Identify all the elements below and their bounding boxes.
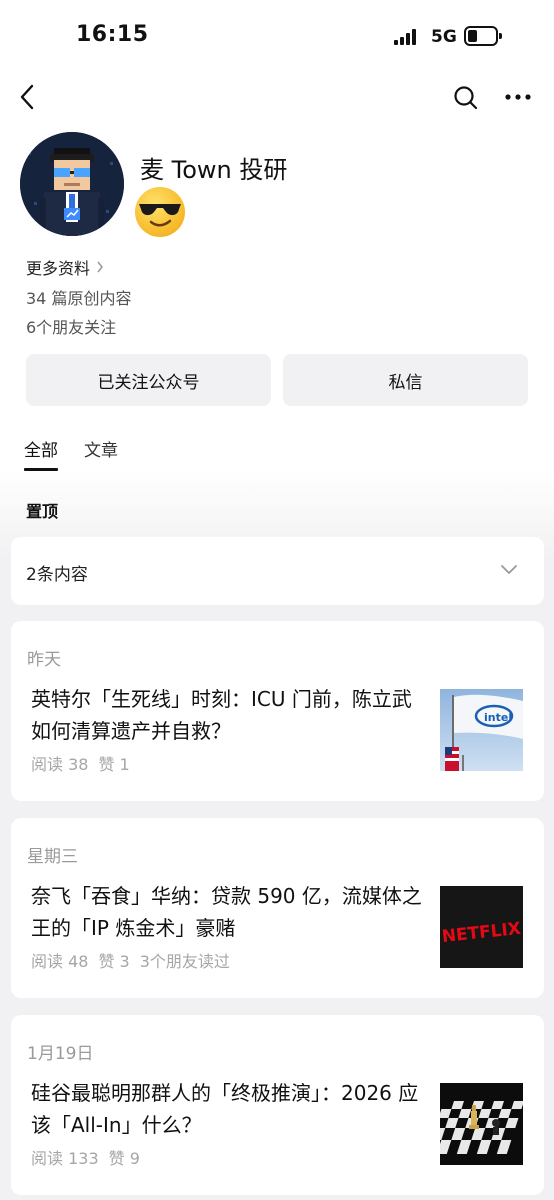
chevron-down-icon: [501, 565, 517, 574]
network-type: 5G: [431, 27, 457, 47]
more-info-label: 更多资料: [26, 259, 91, 278]
friends-read: 3个朋友读过: [139, 952, 230, 971]
article-card[interactable]: 星期三 奈飞「吞食」华纳：贷款 590 亿，流媒体之王的「IP 炼金术」豪赌 阅…: [11, 818, 544, 998]
like-count: 赞 3: [98, 952, 130, 971]
account-avatar[interactable]: [20, 132, 124, 236]
article-title[interactable]: 奈飞「吞食」华纳：贷款 590 亿，流媒体之王的「IP 炼金术」豪赌: [31, 880, 423, 944]
like-count: 赞 9: [108, 1149, 140, 1168]
search-icon[interactable]: [452, 84, 480, 112]
message-button[interactable]: 私信: [283, 354, 528, 406]
article-meta: 阅读 48 赞 3 3个朋友读过: [31, 948, 230, 972]
original-count: 34 篇原创内容: [26, 289, 132, 308]
status-bar: 16:15 5G: [0, 0, 554, 72]
svg-text:intel: intel: [484, 711, 512, 724]
article-title[interactable]: 英特尔「生死线」时刻：ICU 门前，陈立武如何清算遗产并自救？: [31, 683, 423, 747]
followed-button[interactable]: 已关注公众号: [26, 354, 271, 406]
status-time: 16:15: [76, 22, 149, 47]
article-date: 昨天: [27, 650, 61, 670]
battery-icon: [464, 26, 502, 46]
article-date: 1月19日: [27, 1044, 94, 1064]
read-count: 阅读 38: [31, 755, 89, 774]
read-count: 阅读 133: [31, 1149, 99, 1168]
sunglasses-emoji-icon: [132, 184, 188, 240]
chevron-right-icon: [97, 261, 103, 273]
pinned-section-title: 置顶: [26, 502, 59, 521]
content-tabs: 全部 文章: [24, 436, 118, 471]
signal-icon: [394, 29, 420, 45]
pinned-card[interactable]: 2条内容: [11, 537, 544, 605]
more-info-link[interactable]: 更多资料: [26, 255, 104, 279]
like-count: 赞 1: [98, 755, 130, 774]
article-meta: 阅读 133 赞 9: [31, 1145, 140, 1169]
article-thumbnail[interactable]: intel: [440, 689, 523, 771]
pinned-summary: 2条内容: [26, 565, 88, 585]
more-horizontal-icon[interactable]: [504, 86, 532, 108]
article-title[interactable]: 硅谷最聪明那群人的「终极推演」：2026 应该「All-In」什么？: [31, 1077, 423, 1141]
article-card[interactable]: 1月19日 硅谷最聪明那群人的「终极推演」：2026 应该「All-In」什么？…: [11, 1015, 544, 1195]
account-name: 麦 Town 投研: [140, 156, 288, 184]
article-meta: 阅读 38 赞 1: [31, 751, 130, 775]
read-count: 阅读 48: [31, 952, 89, 971]
article-thumbnail[interactable]: NETFLIX: [440, 886, 523, 968]
friends-following[interactable]: 6个朋友关注: [26, 314, 116, 338]
tab-articles[interactable]: 文章: [84, 436, 118, 469]
article-card[interactable]: 昨天 英特尔「生死线」时刻：ICU 门前，陈立武如何清算遗产并自救？ 阅读 38…: [11, 621, 544, 801]
tab-all[interactable]: 全部: [24, 436, 58, 471]
article-thumbnail[interactable]: [440, 1083, 523, 1165]
article-date: 星期三: [27, 847, 78, 867]
chevron-left-icon[interactable]: [16, 82, 44, 112]
